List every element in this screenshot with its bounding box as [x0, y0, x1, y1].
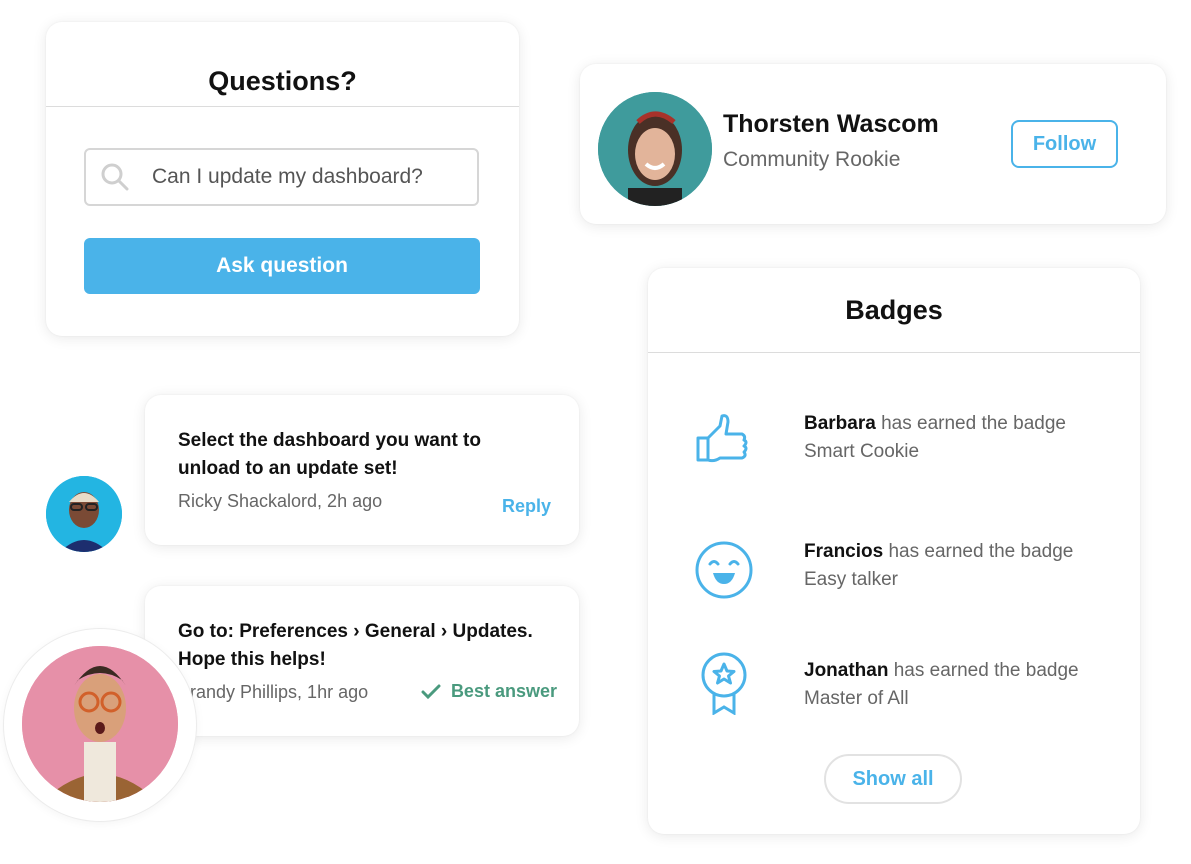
profile-name: Thorsten Wascom [723, 110, 939, 138]
badge-user: Francios [804, 541, 884, 562]
comment-card: Select the dashboard you want to unload … [145, 395, 579, 545]
award-ribbon-icon [701, 652, 747, 715]
best-answer-label: Best answer [450, 681, 557, 701]
badge-description: Jonathan has earned the badge Master of … [804, 660, 1079, 709]
smiley-icon [695, 541, 753, 599]
comment-card: Go to: Preferences › General › Updates. … [145, 586, 579, 736]
follow-button[interactable]: Follow [1011, 120, 1118, 168]
divider [46, 106, 519, 107]
thumbs-up-icon [696, 414, 748, 463]
comment-text: Go to: Preferences › General › Updates. … [178, 621, 533, 670]
avatar[interactable] [598, 92, 712, 206]
profile-role: Community Rookie [723, 148, 901, 171]
search-box[interactable] [84, 148, 479, 206]
badges-title: Badges [845, 295, 943, 325]
avatar-photo [46, 476, 122, 552]
avatar-photo [598, 92, 712, 206]
ask-question-button[interactable]: Ask question [84, 238, 480, 294]
badge-description: Barbara has earned the badge Smart Cooki… [804, 413, 1066, 462]
show-all-button[interactable]: Show all [824, 754, 962, 804]
avatar[interactable] [22, 646, 178, 802]
divider [648, 352, 1140, 353]
questions-card: Questions? Ask question [46, 22, 519, 336]
badge-item: Francios has earned the badge Easy talke… [648, 538, 1140, 618]
badge-name: Master of All [804, 688, 909, 709]
badge-name: Smart Cookie [804, 441, 920, 462]
badge-item: Barbara has earned the badge Smart Cooki… [648, 410, 1140, 490]
badge-user: Jonathan [804, 660, 889, 681]
badge-name: Easy talker [804, 569, 898, 590]
check-icon [421, 684, 441, 699]
comment-text: Select the dashboard you want to unload … [178, 430, 481, 479]
avatar[interactable] [46, 476, 122, 552]
badge-description: Francios has earned the badge Easy talke… [804, 541, 1074, 590]
avatar-photo [22, 646, 178, 802]
comment-meta: Ricky Shackalord, 2h ago [178, 491, 383, 511]
search-icon [101, 163, 129, 191]
best-answer-badge: Best answer [421, 681, 557, 702]
reply-link[interactable]: Reply [502, 496, 551, 517]
profile-card: Thorsten Wascom Community Rookie Follow [580, 64, 1166, 224]
badge-user: Barbara [804, 413, 876, 434]
badge-item: Jonathan has earned the badge Master of … [648, 652, 1140, 737]
search-input[interactable] [150, 164, 464, 190]
questions-title: Questions? [208, 66, 357, 96]
comment-meta: Brandy Phillips, 1hr ago [178, 682, 369, 702]
badges-card: Badges Barbara has earned the badge Smar… [648, 268, 1140, 834]
